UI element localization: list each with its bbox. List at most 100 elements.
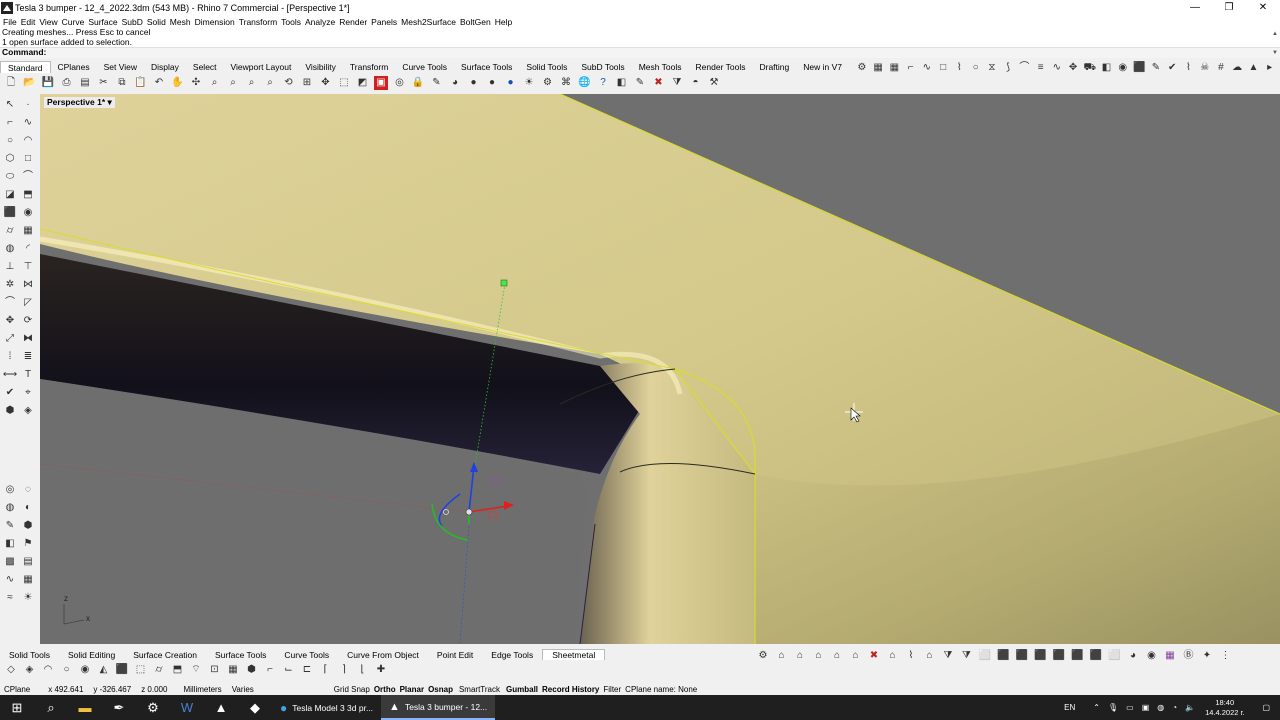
microphone-icon[interactable]: 🎙 (1108, 703, 1118, 712)
funnel-icon[interactable]: ⧩ (941, 649, 955, 663)
menu-file[interactable]: File (3, 17, 17, 27)
join-icon[interactable]: ⋈ (20, 277, 36, 293)
chevron-up-icon[interactable]: ⌃ (1093, 703, 1100, 712)
fold-icon[interactable]: ⌔ (189, 663, 203, 677)
mesh-icon[interactable]: ▦ (20, 223, 36, 239)
new-file-icon[interactable]: 🗋 (4, 76, 18, 90)
plus-icon[interactable]: ✚ (374, 663, 388, 677)
zoom-extents-icon[interactable]: ⌕ (245, 76, 259, 90)
tab-render-tools[interactable]: Render Tools (689, 61, 753, 73)
array-icon[interactable]: ⁞ (2, 349, 18, 365)
status-osnap[interactable]: Osnap (428, 685, 453, 694)
menu-render[interactable]: Render (339, 17, 367, 27)
osnap-point-icon[interactable]: ◍ (2, 500, 18, 516)
fillet-edge-icon[interactable]: ◜ (20, 241, 36, 257)
arc-icon[interactable]: ◠ (20, 133, 36, 149)
cylinder-icon[interactable]: ⌭ (152, 663, 166, 677)
text-icon[interactable]: T (20, 367, 36, 383)
tab-mesh-tools[interactable]: Mesh Tools (632, 61, 689, 73)
cube-icon[interactable]: ⬢ (20, 518, 36, 534)
material-icon[interactable]: ◉ (1117, 61, 1129, 75)
tab-surface-tools[interactable]: Surface Tools (454, 61, 519, 73)
viewport-dropdown-icon[interactable]: ▾ (108, 97, 112, 107)
image-icon[interactable]: ▩ (2, 554, 18, 570)
glasses-icon[interactable]: ◓ (689, 76, 703, 90)
chamfer-icon[interactable]: ◸ (20, 295, 36, 311)
join-icon[interactable]: ⟆ (1002, 61, 1014, 75)
polygon-icon[interactable]: ⬡ (2, 151, 18, 167)
pipe-icon[interactable]: ⌇ (1183, 61, 1195, 75)
wedge-icon[interactable]: ◭ (97, 663, 111, 677)
command-scrollbar[interactable]: ▲ ▼ (1270, 30, 1278, 56)
taskbar-task-active[interactable]: ▲ Tesla 3 bumper - 12... (381, 695, 496, 720)
tab-curve-tools[interactable]: Curve Tools (275, 650, 338, 660)
menu-surface[interactable]: Surface (88, 17, 117, 27)
tab-edge-tools[interactable]: Edge Tools (482, 650, 542, 660)
tab-drafting[interactable]: Drafting (752, 61, 796, 73)
rotate-view-icon[interactable]: ✣ (189, 76, 203, 90)
viewport-layout-icon[interactable]: ⊞ (300, 76, 314, 90)
house-icon[interactable]: ⌂ (886, 649, 900, 663)
shaded-sphere-icon[interactable]: ● (467, 76, 481, 90)
tab-solid-tools[interactable]: Solid Tools (0, 650, 59, 660)
monitor-icon[interactable]: ▣ (1142, 703, 1150, 712)
osnap-icon[interactable]: ◎ (393, 76, 407, 90)
menu-edit[interactable]: Edit (21, 17, 36, 27)
box-icon[interactable]: ⬛ (1071, 649, 1085, 663)
file-explorer-icon[interactable]: ▬ (68, 695, 102, 720)
globe-icon[interactable]: ◉ (1145, 649, 1159, 663)
render-icon[interactable]: ◈ (20, 403, 36, 419)
menu-mesh2surface[interactable]: Mesh2Surface (401, 17, 456, 27)
taskbar-task[interactable]: ● Tesla Model 3 3d pr... (272, 695, 381, 720)
wifi-icon[interactable]: ◔ (1172, 703, 1177, 712)
pan-icon[interactable]: ✋ (171, 76, 185, 90)
tab-sheetmetal[interactable]: Sheetmetal (542, 649, 606, 660)
color-wheel-icon[interactable]: ◕ (1126, 649, 1140, 663)
menu-boltgen[interactable]: BoltGen (460, 17, 491, 27)
help-icon[interactable]: ? (596, 76, 610, 90)
globe-icon[interactable]: 🌐 (578, 76, 592, 90)
cloud-icon[interactable]: ☁ (1231, 61, 1243, 75)
light-icon[interactable]: ☀ (522, 76, 536, 90)
tab-visibility[interactable]: Visibility (298, 61, 343, 73)
house-icon[interactable]: ⌂ (775, 649, 789, 663)
polyline-icon[interactable]: ⌐ (905, 61, 917, 75)
tab-transform[interactable]: Transform (343, 61, 395, 73)
clock[interactable]: 18:40 14.4.2022 г. (1205, 698, 1244, 718)
curve-icon[interactable]: ∿ (921, 61, 933, 75)
menu-mesh[interactable]: Mesh (170, 17, 191, 27)
cut-icon[interactable]: ✂ (97, 76, 111, 90)
osnap-near-icon[interactable]: ◌ (20, 482, 36, 498)
osnap-mid-icon[interactable]: ◐ (20, 500, 36, 516)
zoom-selected-icon[interactable]: ⌕ (263, 76, 277, 90)
tab-set-view[interactable]: Set View (97, 61, 144, 73)
save-icon[interactable]: 💾 (41, 76, 55, 90)
split-icon[interactable]: ⧖ (986, 61, 998, 75)
surface-icon[interactable]: ◪ (2, 187, 18, 203)
bend-icon[interactable]: ⌐ (263, 663, 277, 677)
language-indicator[interactable]: EN (1064, 703, 1075, 712)
scale-icon[interactable]: ⤢ (2, 331, 18, 347)
command-prompt[interactable]: Command: (0, 47, 1280, 58)
viewport-title[interactable]: Perspective 1* ▾ (44, 97, 115, 108)
boolean-icon[interactable]: ◍ (2, 241, 18, 257)
notification-icon[interactable]: ▢ (1262, 703, 1270, 712)
windows-start-icon[interactable]: ⊞ (0, 695, 34, 720)
undo-icon[interactable]: ↶ (152, 76, 166, 90)
truck-icon[interactable]: ⛟ (1084, 61, 1097, 75)
status-record-history[interactable]: Record History (542, 685, 599, 694)
point-icon[interactable]: · (20, 97, 36, 113)
mirror-icon[interactable]: ⧓ (20, 331, 36, 347)
layer-icon[interactable]: ◧ (1101, 61, 1113, 75)
move-icon[interactable]: ✥ (2, 313, 18, 329)
move-icon[interactable]: ✥ (319, 76, 333, 90)
status-planar[interactable]: Planar (400, 685, 424, 694)
tab-viewport-layout[interactable]: Viewport Layout (224, 61, 299, 73)
wave-icon[interactable]: ≈ (2, 590, 18, 606)
flange-icon[interactable]: ⌊ (356, 663, 370, 677)
paste-icon[interactable]: 📋 (134, 76, 148, 90)
box-icon[interactable]: ⬛ (997, 649, 1011, 663)
menu-panels[interactable]: Panels (371, 17, 397, 27)
box-icon[interactable]: ⬛ (1015, 649, 1029, 663)
flange-icon[interactable]: ⊏ (300, 663, 314, 677)
